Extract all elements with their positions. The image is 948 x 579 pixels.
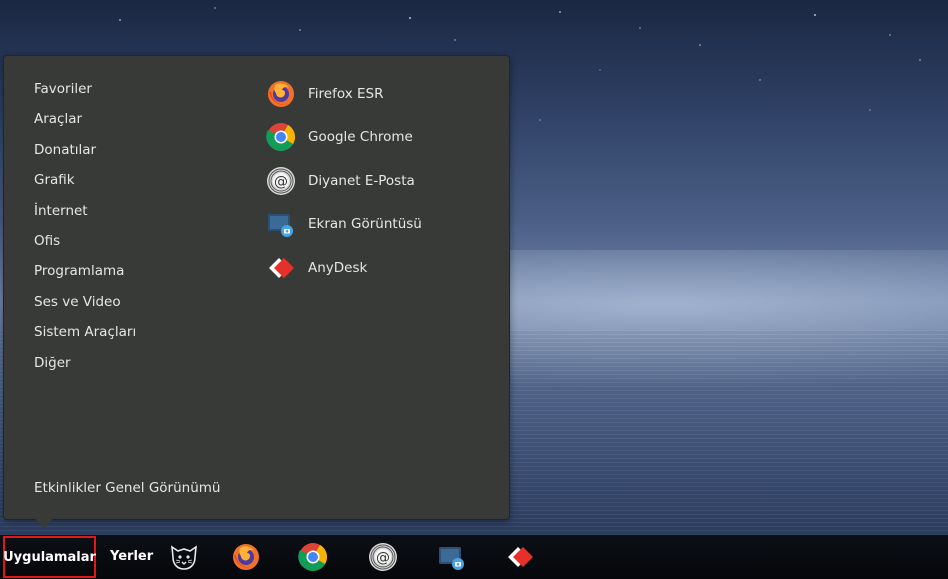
app-label-ekran-goruntusu: Ekran Görüntüsü [308, 216, 422, 233]
app-item-firefox[interactable]: Firefox ESR [266, 72, 422, 116]
category-ofis[interactable]: Ofis [34, 226, 136, 256]
app-list: Firefox ESR Google Chrome @ Diyanet E-Po… [266, 72, 422, 290]
anydesk-icon[interactable] [504, 541, 536, 573]
screenshot-icon [266, 209, 296, 239]
svg-text:@: @ [274, 174, 288, 190]
app-item-anydesk[interactable]: AnyDesk [266, 246, 422, 290]
email-at-icon[interactable]: @ [367, 541, 399, 573]
app-label-diyanet-eposta: Diyanet E-Posta [308, 172, 415, 189]
svg-text:@: @ [376, 550, 390, 566]
app-item-ekran-goruntusu[interactable]: Ekran Görüntüsü [266, 203, 422, 247]
pardus-cat-icon[interactable] [168, 541, 200, 573]
category-araclar[interactable]: Araçlar [34, 104, 136, 134]
category-sistem-araclari[interactable]: Sistem Araçları [34, 317, 136, 347]
applications-menu: Favoriler Araçlar Donatılar Grafik İnter… [3, 55, 510, 520]
category-internet[interactable]: İnternet [34, 196, 136, 226]
category-grafik[interactable]: Grafik [34, 165, 136, 195]
places-menu-button[interactable]: Yerler [110, 537, 153, 577]
anydesk-icon [266, 253, 296, 283]
category-diger[interactable]: Diğer [34, 348, 136, 378]
taskbar: Uygulamalar Yerler @ [0, 535, 948, 579]
app-label-firefox: Firefox ESR [308, 85, 384, 102]
firefox-icon[interactable] [230, 541, 262, 573]
chrome-icon[interactable] [297, 541, 329, 573]
applications-menu-button[interactable]: Uygulamalar [3, 536, 96, 578]
activities-overview-link[interactable]: Etkinlikler Genel Görünümü [34, 480, 220, 496]
email-at-icon: @ [266, 166, 296, 196]
menu-pointer-arrow [34, 518, 54, 528]
category-donatilar[interactable]: Donatılar [34, 135, 136, 165]
app-item-diyanet-eposta[interactable]: @ Diyanet E-Posta [266, 159, 422, 203]
category-list: Favoriler Araçlar Donatılar Grafik İnter… [34, 74, 136, 378]
category-ses-ve-video[interactable]: Ses ve Video [34, 287, 136, 317]
category-favoriler[interactable]: Favoriler [34, 74, 136, 104]
app-label-chrome: Google Chrome [308, 129, 413, 146]
app-label-anydesk: AnyDesk [308, 259, 368, 276]
category-programlama[interactable]: Programlama [34, 256, 136, 286]
app-item-chrome[interactable]: Google Chrome [266, 116, 422, 160]
firefox-icon [266, 79, 296, 109]
screenshot-icon[interactable] [436, 541, 468, 573]
chrome-icon [266, 122, 296, 152]
